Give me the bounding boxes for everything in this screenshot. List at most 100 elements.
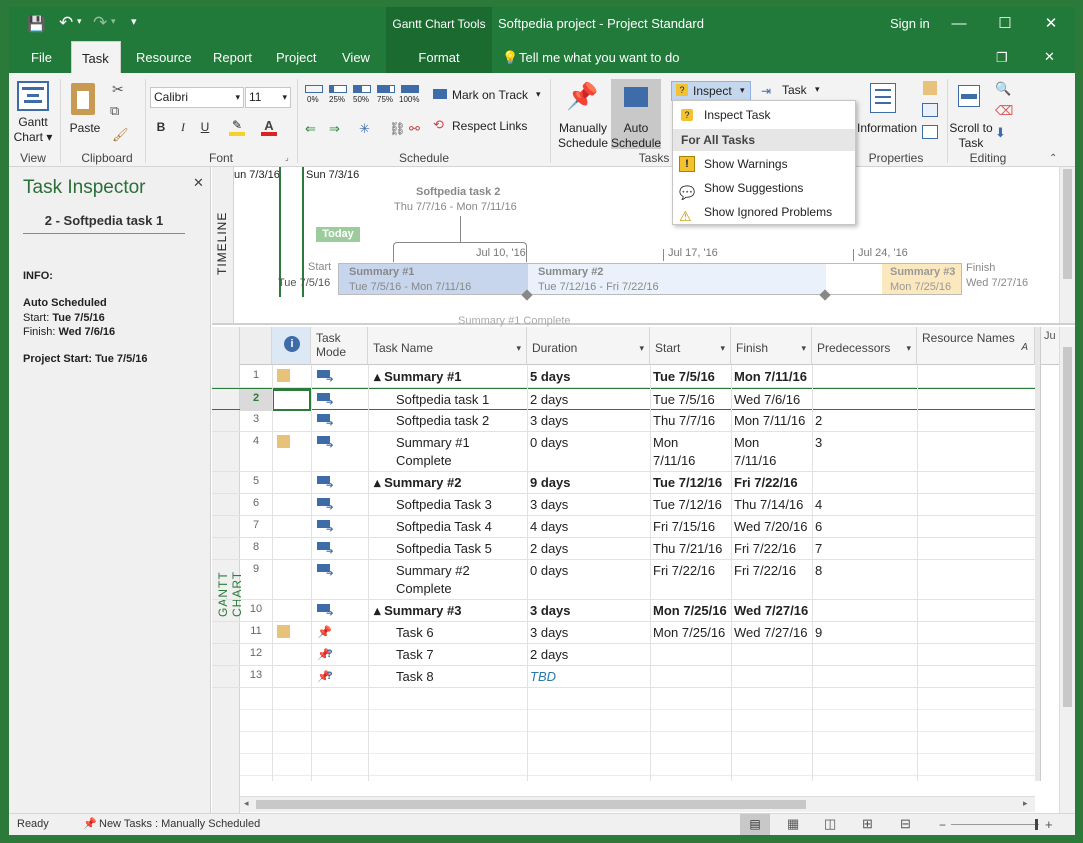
finish-cell[interactable]: Wed 7/20/16 xyxy=(731,516,812,538)
finish-cell[interactable]: Fri 7/22/16 xyxy=(731,560,812,600)
zoom-out-icon[interactable]: − xyxy=(939,818,946,832)
finish-cell[interactable]: Mon 7/11/16 xyxy=(731,432,812,472)
minimize-button[interactable]: — xyxy=(936,7,982,41)
auto-scheduled-icon[interactable]: ➔ xyxy=(317,435,335,450)
scroll-to-task-icon[interactable] xyxy=(958,85,980,107)
resource-cell[interactable] xyxy=(917,622,1035,644)
finish-cell[interactable]: Fri 7/22/16 xyxy=(731,472,812,494)
duration-cell[interactable]: 5 days xyxy=(527,366,650,388)
auto-scheduled-icon[interactable]: ➔ xyxy=(317,392,335,407)
table-row[interactable]: 13 📌? Task 8 TBD xyxy=(212,666,1035,688)
view-timeline-icon[interactable]: ⊟ xyxy=(900,816,911,832)
note-icon[interactable] xyxy=(277,435,290,448)
underline-button[interactable]: U xyxy=(195,118,215,136)
header-start[interactable]: Start ▾ xyxy=(650,327,731,365)
resource-cell[interactable] xyxy=(917,389,1035,411)
font-name-combo[interactable]: Calibri ▾ xyxy=(150,87,244,108)
gantt-chart-button[interactable]: Gantt Chart ▾ xyxy=(13,115,53,145)
predecessors-cell[interactable] xyxy=(812,472,917,494)
start-cell[interactable]: Mon 7/25/16 xyxy=(650,600,731,622)
zoom-slider-track[interactable] xyxy=(951,824,1039,825)
duration-cell[interactable]: 2 days xyxy=(527,644,650,666)
resource-cell[interactable] xyxy=(917,560,1035,600)
task-name-cell[interactable]: Summary #1 Complete xyxy=(368,432,527,472)
zoom-in-icon[interactable]: + xyxy=(1045,817,1053,832)
table-row[interactable]: 8 ➔ Softpedia Task 5 2 days Thu 7/21/16 Fri 7… xyxy=(212,538,1035,560)
undo-icon[interactable]: ↶ xyxy=(59,13,73,33)
resource-cell[interactable] xyxy=(917,366,1035,388)
italic-button[interactable]: I xyxy=(173,118,193,136)
resource-cell[interactable] xyxy=(917,538,1035,560)
info-cell[interactable] xyxy=(272,366,311,388)
gantt-chart-icon[interactable] xyxy=(17,81,49,111)
resource-cell[interactable] xyxy=(917,516,1035,538)
chevron-down-icon[interactable]: ▾ xyxy=(815,84,820,95)
duration-cell[interactable]: 9 days xyxy=(527,472,650,494)
add-timeline-icon[interactable] xyxy=(922,125,938,139)
predecessors-cell[interactable]: 7 xyxy=(812,538,917,560)
respect-links-button[interactable]: Respect Links xyxy=(452,119,527,133)
task-insert-icon[interactable]: ⇥ xyxy=(761,84,771,98)
auto-scheduled-icon[interactable]: ➔ xyxy=(317,475,335,490)
finish-cell[interactable]: Mon 7/11/16 xyxy=(731,410,812,432)
auto-scheduled-icon[interactable]: ➔ xyxy=(317,413,335,428)
menu-inspect-task[interactable]: ? Inspect Task xyxy=(673,103,855,127)
finish-cell[interactable]: Fri 7/22/16 xyxy=(731,538,812,560)
manually-scheduled-warning-icon[interactable]: 📌? xyxy=(317,647,335,661)
task-name-cell[interactable]: Summary #2 Complete xyxy=(368,560,527,600)
zoom-slider-thumb[interactable] xyxy=(1035,819,1038,830)
row-number[interactable]: 12 xyxy=(240,644,272,666)
header-resource-names[interactable]: Resource Names A xyxy=(917,327,1035,365)
note-icon[interactable] xyxy=(277,625,290,638)
start-cell[interactable]: Thu 7/7/16 xyxy=(650,410,731,432)
chevron-down-icon[interactable]: ▾ xyxy=(536,89,541,100)
indent-icon[interactable]: ⇒ xyxy=(329,121,340,137)
header-duration[interactable]: Duration ▾ xyxy=(527,327,650,365)
table-row[interactable]: 5 ➔ ▴ Summary #2 9 days Tue 7/12/16 Fri 7/22/… xyxy=(212,472,1035,494)
notes-icon[interactable] xyxy=(923,81,937,95)
scroll-to-task-button[interactable]: Scroll to Task xyxy=(949,121,993,151)
info-cell[interactable] xyxy=(272,472,311,494)
auto-scheduled-icon[interactable]: ➔ xyxy=(317,369,335,384)
start-cell[interactable]: Fri 7/15/16 xyxy=(650,516,731,538)
start-cell[interactable] xyxy=(650,666,731,688)
fill-icon[interactable]: ⬇ xyxy=(995,125,1006,141)
inspector-close-icon[interactable]: ✕ xyxy=(193,175,204,191)
v-scrollbar-thumb[interactable] xyxy=(1063,347,1072,707)
resource-cell[interactable] xyxy=(917,600,1035,622)
header-task-name[interactable]: Task Name ▾ xyxy=(368,327,527,365)
finish-cell[interactable] xyxy=(731,666,812,688)
redo-icon[interactable]: ↷ xyxy=(93,13,107,33)
view-gantt-button[interactable]: ▤ xyxy=(740,814,770,835)
pct-100-icon[interactable] xyxy=(401,85,419,93)
summary-3-bar[interactable]: Summary #3 Mon 7/25/16 xyxy=(882,264,961,294)
empty-row[interactable] xyxy=(240,754,1035,776)
menu-show-warnings[interactable]: ! Show Warnings xyxy=(673,152,855,176)
row-number[interactable]: 4 xyxy=(240,432,272,472)
table-row[interactable]: 12 📌? Task 7 2 days xyxy=(212,644,1035,666)
tab-view[interactable]: View xyxy=(332,41,380,73)
tab-task[interactable]: Task xyxy=(71,41,121,73)
info-cell[interactable] xyxy=(272,538,311,560)
finish-cell[interactable]: Wed 7/6/16 xyxy=(731,389,812,411)
start-cell[interactable]: Mon 7/11/16 xyxy=(650,432,731,472)
row-number[interactable]: 1 xyxy=(240,366,272,388)
status-new-tasks[interactable]: New Tasks : Manually Scheduled xyxy=(99,818,260,830)
table-row[interactable]: 6 ➔ Softpedia Task 3 3 days Tue 7/12/16 Thu 7… xyxy=(212,494,1035,516)
predecessors-cell[interactable] xyxy=(812,366,917,388)
start-cell[interactable]: Fri 7/22/16 xyxy=(650,560,731,600)
outdent-icon[interactable]: ⇐ xyxy=(305,121,316,137)
start-cell[interactable]: Thu 7/21/16 xyxy=(650,538,731,560)
resource-cell[interactable] xyxy=(917,666,1035,688)
duration-cell[interactable]: 2 days xyxy=(527,538,650,560)
row-number[interactable]: 11 xyxy=(240,622,272,644)
table-row[interactable]: 10 ➔ ▴ Summary #3 3 days Mon 7/25/16 Wed 7/27… xyxy=(212,600,1035,622)
dialog-launcher-icon[interactable]: ⌟ xyxy=(285,153,289,162)
info-cell[interactable] xyxy=(272,516,311,538)
duration-cell[interactable]: 3 days xyxy=(527,410,650,432)
chevron-down-icon[interactable]: ▾ xyxy=(639,341,644,355)
manually-scheduled-warning-icon[interactable]: 📌? xyxy=(317,669,335,683)
row-number[interactable]: 10 xyxy=(240,600,272,622)
auto-scheduled-icon[interactable]: ➔ xyxy=(317,563,335,578)
undo-dropdown-icon[interactable]: ▾ xyxy=(77,16,82,27)
